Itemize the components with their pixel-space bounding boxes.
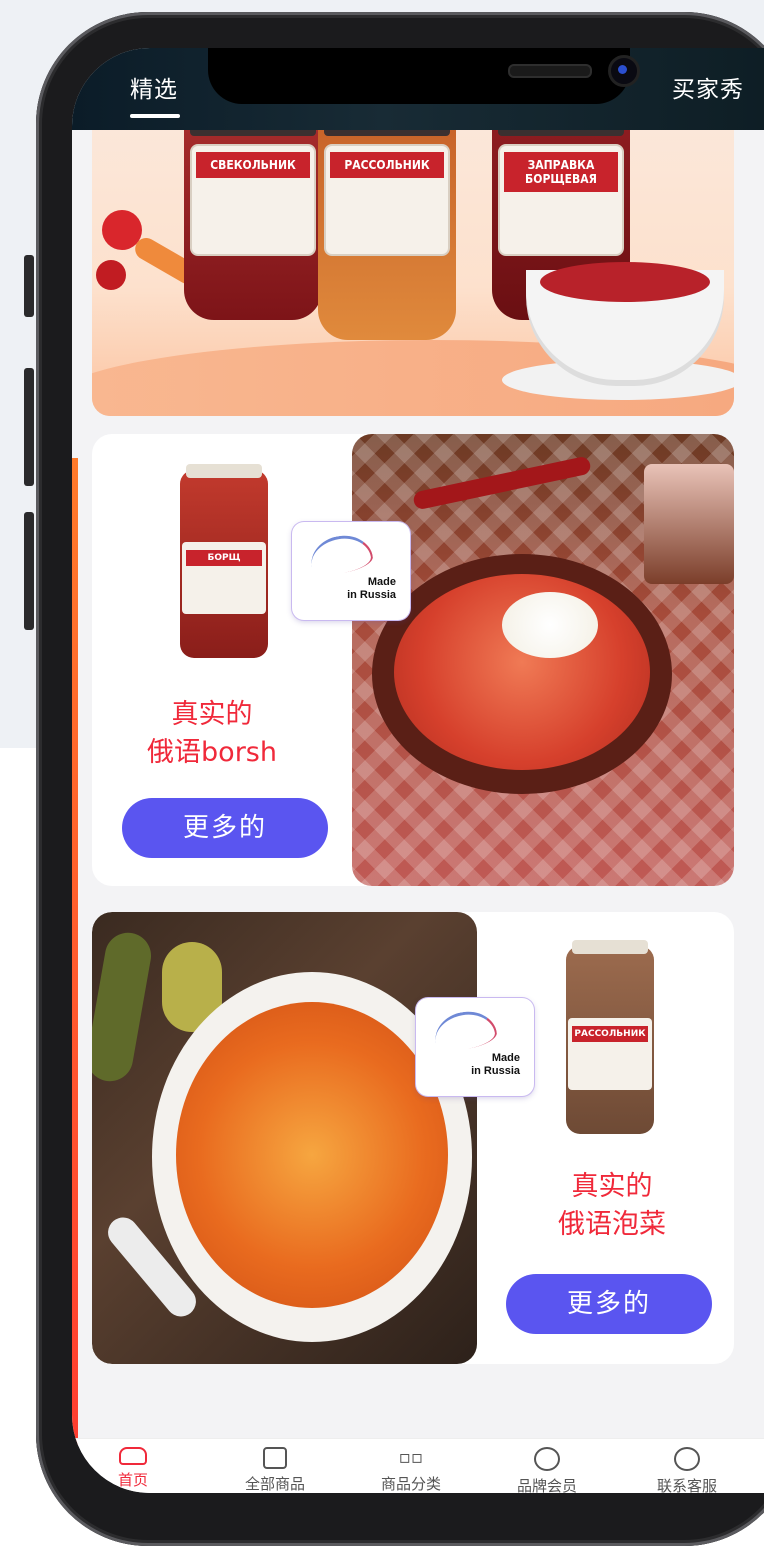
borsh-photo (352, 434, 734, 886)
accent-edge (72, 458, 78, 1488)
nav-item-support[interactable]: 联系客服 (632, 1439, 742, 1493)
tab-active-indicator (130, 114, 180, 118)
shopping-bag-icon (263, 1447, 287, 1469)
nav-item-categories[interactable]: ▫▫ 商品分类 (356, 1439, 466, 1493)
made-in-russia-badge: Made in Russia (292, 522, 410, 620)
nav-label: 首页 (117, 1471, 148, 1489)
soup-pot-image (372, 554, 672, 794)
jar-label: ЗАПРАВКА БОРЩЕВАЯ (504, 152, 618, 192)
tomato-image (96, 260, 126, 290)
speaker-grille (508, 64, 592, 78)
chat-icon (674, 1447, 700, 1471)
badge-text: Made in Russia (347, 576, 396, 601)
card-title: 真实的 俄语borsh (92, 696, 332, 772)
home-icon (119, 1447, 147, 1465)
nav-label: 联系客服 (656, 1477, 717, 1493)
bread-image (644, 464, 734, 584)
card-title-line1: 真实的 (171, 699, 253, 730)
nav-item-home[interactable]: 首页 (78, 1439, 188, 1490)
member-icon (534, 1447, 560, 1471)
tab-featured[interactable]: 精选 (130, 70, 178, 104)
chili-pepper-image (412, 455, 592, 511)
more-button[interactable]: 更多的 (122, 798, 328, 858)
jar-label: БОРЩ (186, 550, 262, 566)
phone-volume-down (24, 512, 34, 630)
phone-mute-switch (24, 255, 34, 317)
hero-banner[interactable]: СВЕКОЛЬНИК ЗАПРАВКА БОРЩЕВАЯ РАССОЛЬНИК (92, 130, 734, 416)
more-button[interactable]: 更多的 (506, 1274, 712, 1334)
jar-label: СВЕКОЛЬНИК (196, 152, 310, 178)
nav-label: 全部商品 (244, 1475, 305, 1493)
bottom-navigation: 首页 全部商品 ▫▫ 商品分类 品牌会员 联系客服 (72, 1438, 764, 1493)
bird-logo-icon (431, 1006, 499, 1055)
made-in-russia-badge: Made in Russia (416, 998, 534, 1096)
badge-text: Made in Russia (471, 1052, 520, 1077)
nav-label: 商品分类 (380, 1475, 441, 1493)
phone-volume-up (24, 368, 34, 486)
nav-item-all-products[interactable]: 全部商品 (220, 1439, 330, 1493)
card-title-line2: 俄语borsh (147, 737, 277, 768)
sour-cream-image (502, 592, 598, 658)
rassolnik-photo (92, 912, 477, 1364)
jar-label: РАССОЛЬНИК (572, 1026, 648, 1042)
app-screen: СВЕКОЛЬНИК ЗАПРАВКА БОРЩЕВАЯ РАССОЛЬНИК … (72, 48, 764, 1493)
category-grid-icon: ▫▫ (398, 1447, 424, 1468)
product-card-rassolnik[interactable]: РАССОЛЬНИК Made in Russia 真实的 俄语泡菜 更多的 (92, 912, 734, 1364)
product-jar-rassolnik: РАССОЛЬНИК (318, 130, 456, 340)
front-camera (608, 55, 640, 87)
pickle-image (92, 929, 155, 1085)
jar-label: РАССОЛЬНИК (330, 152, 444, 178)
bird-logo-icon (307, 530, 375, 579)
card-title-line2: 俄语泡菜 (558, 1209, 666, 1240)
phone-notch (208, 48, 640, 104)
card-title-line1: 真实的 (571, 1171, 653, 1202)
rassolnik-jar-image: РАССОЛЬНИК (566, 940, 654, 1134)
nav-label: 品牌会员 (516, 1477, 577, 1493)
borsh-jar-image: БОРЩ (180, 464, 268, 658)
nav-item-member[interactable]: 品牌会员 (492, 1439, 602, 1493)
product-jar-svekolnik: СВЕКОЛЬНИК (184, 130, 322, 320)
card-title: 真实的 俄语泡菜 (492, 1168, 732, 1244)
product-card-borsh[interactable]: БОРЩ Made in Russia 真实的 俄语borsh 更多的 (92, 434, 734, 886)
tab-buyer-show[interactable]: 买家秀 (672, 70, 744, 104)
